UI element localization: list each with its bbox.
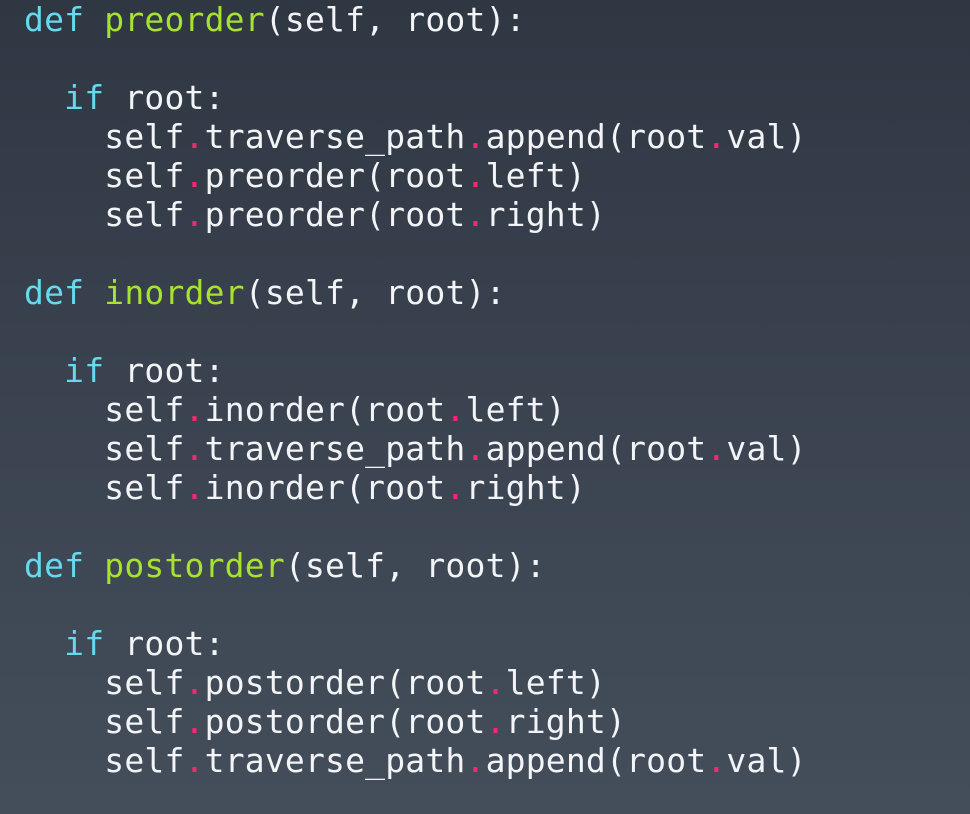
keyword-token: if bbox=[64, 78, 105, 117]
dot-operator-token: . bbox=[485, 702, 506, 741]
code-text-token: (self, root): bbox=[244, 273, 506, 312]
code-text-token: inorder(root bbox=[204, 390, 446, 429]
dot-operator-token: . bbox=[445, 468, 466, 507]
dot-operator-token: . bbox=[465, 195, 486, 234]
dot-operator-token: . bbox=[184, 429, 205, 468]
code-text-token: postorder(root bbox=[204, 663, 486, 702]
code-line: self.postorder(root.left) bbox=[24, 663, 970, 702]
code-text-token: root: bbox=[104, 78, 225, 117]
dot-operator-token: . bbox=[706, 741, 727, 780]
code-text-token: root: bbox=[104, 624, 225, 663]
code-text-token: val) bbox=[726, 117, 807, 156]
dot-operator-token: . bbox=[465, 117, 486, 156]
keyword-token: def bbox=[24, 0, 85, 39]
dot-operator-token: . bbox=[184, 117, 205, 156]
dot-operator-token: . bbox=[706, 117, 727, 156]
code-line: def preorder(self, root): bbox=[24, 0, 970, 39]
keyword-token: if bbox=[64, 351, 105, 390]
keyword-token: def bbox=[24, 546, 85, 585]
code-line: self.postorder(root.right) bbox=[24, 702, 970, 741]
dot-operator-token: . bbox=[184, 468, 205, 507]
code-text-token: self bbox=[24, 468, 185, 507]
code-text-token: append(root bbox=[485, 117, 707, 156]
code-text-token: root: bbox=[104, 351, 225, 390]
code-text-token: self bbox=[24, 390, 185, 429]
dot-operator-token: . bbox=[465, 156, 486, 195]
code-line: self.traverse_path.append(root.val) bbox=[24, 117, 970, 156]
code-text-token: (self, root): bbox=[284, 546, 546, 585]
code-text-token: preorder(root bbox=[204, 195, 466, 234]
code-text-token: self bbox=[24, 429, 185, 468]
code-text-token: traverse_path bbox=[204, 429, 466, 468]
code-text-token: left) bbox=[505, 663, 606, 702]
function-name-token: postorder bbox=[104, 546, 285, 585]
dot-operator-token: . bbox=[184, 156, 205, 195]
dot-operator-token: . bbox=[184, 663, 205, 702]
code-text-token: right) bbox=[505, 702, 627, 741]
code-text-token: inorder(root bbox=[204, 468, 446, 507]
code-editor[interactable]: def preorder(self, root): if root: self.… bbox=[0, 0, 970, 814]
code-text-token: right) bbox=[485, 195, 606, 234]
code-line: self.traverse_path.append(root.val) bbox=[24, 429, 970, 468]
code-line: self.preorder(root.left) bbox=[24, 156, 970, 195]
dot-operator-token: . bbox=[465, 741, 486, 780]
code-text-token: self bbox=[24, 741, 185, 780]
code-line: self.preorder(root.right) bbox=[24, 195, 970, 234]
dot-operator-token: . bbox=[465, 429, 486, 468]
code-line: self.inorder(root.left) bbox=[24, 390, 970, 429]
code-text-token: self bbox=[24, 663, 185, 702]
code-text-token: postorder(root bbox=[204, 702, 486, 741]
code-text-token: preorder(root bbox=[204, 156, 466, 195]
code-line: self.inorder(root.right) bbox=[24, 468, 970, 507]
keyword-token: def bbox=[24, 273, 85, 312]
code-text-token: traverse_path bbox=[204, 117, 466, 156]
code-text-token: self bbox=[24, 195, 185, 234]
code-text-token: left) bbox=[485, 156, 586, 195]
code-text-token: val) bbox=[726, 741, 807, 780]
function-name-token: inorder bbox=[104, 273, 245, 312]
code-text-token: right) bbox=[465, 468, 586, 507]
code-text-token: append(root bbox=[485, 741, 707, 780]
dot-operator-token: . bbox=[184, 390, 205, 429]
dot-operator-token: . bbox=[184, 702, 205, 741]
dot-operator-token: . bbox=[184, 741, 205, 780]
code-text-token: left) bbox=[465, 390, 566, 429]
dot-operator-token: . bbox=[445, 390, 466, 429]
code-text-token: self bbox=[24, 156, 185, 195]
code-text-token: self bbox=[24, 702, 185, 741]
code-line: def postorder(self, root): bbox=[24, 546, 970, 585]
code-line: self.traverse_path.append(root.val) bbox=[24, 741, 970, 780]
code-text-token: append(root bbox=[485, 429, 707, 468]
dot-operator-token: . bbox=[485, 663, 506, 702]
code-line: if root: bbox=[24, 624, 970, 663]
code-block[interactable]: def preorder(self, root): if root: self.… bbox=[24, 0, 970, 780]
code-text-token: val) bbox=[726, 429, 807, 468]
code-text-token: traverse_path bbox=[204, 741, 466, 780]
code-line: def inorder(self, root): bbox=[24, 273, 970, 312]
function-name-token: preorder bbox=[104, 0, 265, 39]
code-line: if root: bbox=[24, 351, 970, 390]
code-text-token: self bbox=[24, 117, 185, 156]
code-line: if root: bbox=[24, 78, 970, 117]
dot-operator-token: . bbox=[706, 429, 727, 468]
dot-operator-token: . bbox=[184, 195, 205, 234]
keyword-token: if bbox=[64, 624, 105, 663]
code-text-token: (self, root): bbox=[264, 0, 526, 39]
